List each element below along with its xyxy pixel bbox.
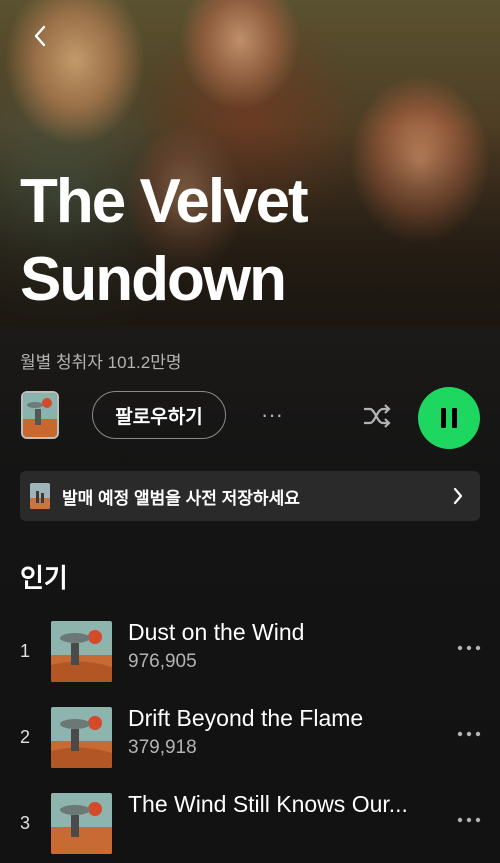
presave-banner[interactable]: 발매 예정 앨범을 사전 저장하세요 [20,471,480,521]
track-rank: 1 [20,641,31,661]
action-bar: 팔로우하기 ··· [0,387,500,449]
shuffle-icon [364,404,391,428]
popular-section-title: 인기 [20,563,68,593]
more-dots-icon [457,645,481,651]
more-options-button[interactable]: ··· [256,399,288,431]
monthly-listeners: 월별 청취자 101.2만명 [20,353,182,372]
artist-content: 월별 청취자 101.2만명 팔로우하기 ··· 발매 예정 앨범을 사전 저장… [0,326,500,854]
track-more-button[interactable] [456,721,482,747]
chevron-right-icon [446,484,470,508]
track-album-art [51,793,112,854]
track-row[interactable]: 2 Drift Beyond the Flame 379,918 [0,705,500,777]
track-rank: 3 [20,813,31,833]
chevron-left-icon [34,25,46,47]
more-dots-icon: ··· [261,402,283,427]
track-album-art [51,707,112,768]
track-album-art [51,621,112,682]
more-dots-icon [457,817,481,823]
track-more-button[interactable] [456,807,482,833]
track-more-button[interactable] [456,635,482,661]
track-row[interactable]: 3 The Wind Still Knows Our... [0,791,500,863]
track-row[interactable]: 1 Dust on the Wind 976,905 [0,619,500,691]
artist-name-line1: The Velvet [20,167,309,236]
track-rank: 2 [20,727,31,747]
album-thumbnail[interactable] [21,391,59,439]
artist-name-line2: Sundown [20,245,287,314]
track-play-count: 976,905 [128,651,197,672]
artist-name: The Velvet Sundown [20,163,460,319]
presave-album-thumbnail [30,483,50,509]
track-title: Drift Beyond the Flame [128,705,364,731]
back-button[interactable] [26,22,54,50]
presave-label: 발매 예정 앨범을 사전 저장하세요 [62,488,300,508]
album-art-icon [23,393,57,437]
track-play-count: 379,918 [128,737,197,758]
pause-icon [441,408,457,428]
track-title: Dust on the Wind [128,619,305,645]
more-dots-icon [457,731,481,737]
follow-button[interactable]: 팔로우하기 [92,391,226,439]
track-title: The Wind Still Knows Our... [128,791,408,817]
play-pause-button[interactable] [418,387,480,449]
shuffle-button[interactable] [360,399,394,433]
